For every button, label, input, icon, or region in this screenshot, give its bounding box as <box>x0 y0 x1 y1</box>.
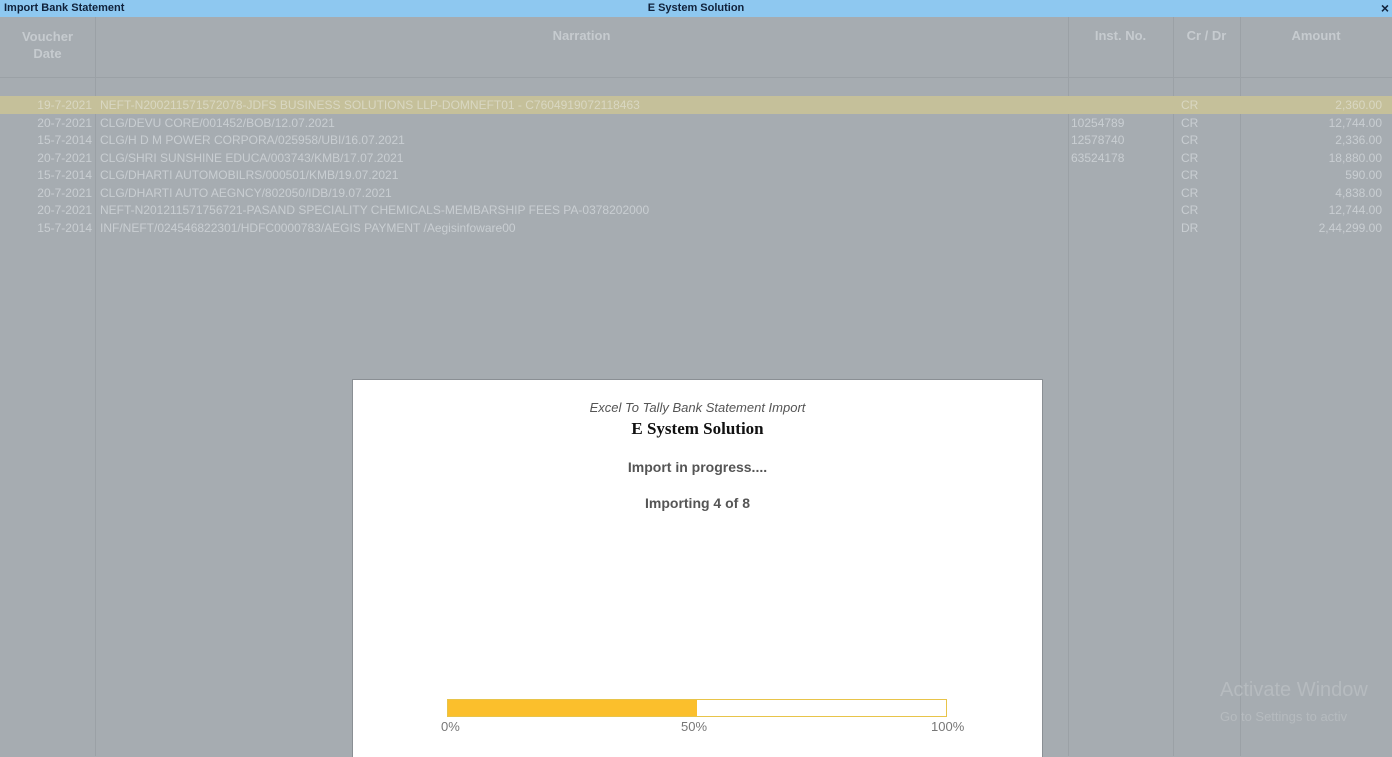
cell-cr-dr: CR <box>1181 168 1199 182</box>
window-company-title: E System Solution <box>647 2 745 14</box>
import-status: Import in progress.... <box>627 459 768 475</box>
cell-amount: 4,838.00 <box>1335 185 1382 200</box>
header-narration: Narration <box>552 28 611 43</box>
cell-amount: 2,360.00 <box>1335 98 1382 112</box>
header-amount: Amount <box>1291 28 1341 43</box>
cell-date: 15-7-2014 <box>37 220 92 235</box>
header-inst-no: Inst. No. <box>1094 28 1147 43</box>
progress-label-max: 100% <box>931 719 965 734</box>
table-row[interactable]: 19-7-2021 NEFT-N200211571572078-JDFS BUSI… <box>0 96 1392 114</box>
dialog-subtitle: Excel To Tally Bank Statement Import <box>589 400 806 415</box>
progress-label-mid: 50% <box>681 719 708 734</box>
cell-amount: 12,744.00 <box>1328 203 1382 217</box>
cell-cr-dr: CR <box>1181 133 1199 147</box>
cell-narration: CLG/H D M POWER CORPORA/025958/UBI/16.07… <box>100 133 405 147</box>
cell-inst-no: 12578740 <box>1071 133 1125 147</box>
cell-narration: NEFT-N201211571756721-PASAND SPECIALITY … <box>100 203 650 217</box>
title-bar: Import Bank Statement E System Solution … <box>0 0 1392 17</box>
dialog-title: E System Solution <box>631 419 764 438</box>
header-cr-dr: Cr / Dr <box>1186 28 1227 43</box>
cell-amount: 2,44,299.00 <box>1318 220 1382 235</box>
table-row[interactable]: 20-7-2021 CLG/SHRI SUNSHINE EDUCA/003743/… <box>0 149 1392 167</box>
cell-narration: INF/NEFT/024546822301/HDFC0000783/AEGIS … <box>100 220 516 235</box>
cell-date: 20-7-2021 <box>37 185 92 200</box>
cell-date: 15-7-2014 <box>37 133 92 147</box>
cell-amount: 12,744.00 <box>1328 115 1382 130</box>
activation-watermark-hint: Go to Settings to activ <box>1220 709 1348 724</box>
table-row[interactable]: 20-7-2021 CLG/DEVU CORE/001452/BOB/12.07.… <box>0 114 1392 132</box>
table-row[interactable]: 20-7-2021 CLG/DHARTI AUTO AEGNCY/802050/I… <box>0 184 1392 202</box>
activation-watermark: Activate Window <box>1220 679 1368 701</box>
progress-fill <box>448 700 697 716</box>
import-count: Importing 4 of 8 <box>645 495 750 511</box>
cell-date: 20-7-2021 <box>37 150 92 165</box>
cell-amount: 2,336.00 <box>1335 133 1382 147</box>
table-body: 19-7-2021 NEFT-N200211571572078-JDFS BUSI… <box>0 96 1392 236</box>
progress-label-min: 0% <box>441 719 460 734</box>
cell-inst-no: 10254789 <box>1071 115 1125 130</box>
cell-cr-dr: DR <box>1181 220 1199 235</box>
table-row[interactable]: 15-7-2014 INF/NEFT/024546822301/HDFC00007… <box>0 219 1392 237</box>
cell-cr-dr: CR <box>1181 150 1199 165</box>
table-row[interactable]: 15-7-2014 CLG/DHARTI AUTOMOBILRS/000501/K… <box>0 166 1392 184</box>
import-progress-dialog: Excel To Tally Bank Statement Import E S… <box>352 379 1043 757</box>
cell-cr-dr: CR <box>1181 185 1199 200</box>
cell-amount: 18,880.00 <box>1328 150 1382 165</box>
header-divider <box>0 77 1392 78</box>
table-row[interactable]: 15-7-2014 CLG/H D M POWER CORPORA/025958/… <box>0 131 1392 149</box>
cell-cr-dr: CR <box>1181 203 1199 217</box>
cell-narration: CLG/DHARTI AUTOMOBILRS/000501/KMB/19.07.… <box>100 168 399 182</box>
cell-narration: NEFT-N200211571572078-JDFS BUSINESS SOLU… <box>100 98 640 112</box>
cell-amount: 590.00 <box>1345 168 1382 182</box>
cell-date: 20-7-2021 <box>37 203 92 217</box>
table-header: Voucher Date Narration Inst. No. Cr / Dr … <box>0 17 1392 77</box>
header-voucher-date: Voucher Date <box>21 29 74 61</box>
cell-date: 20-7-2021 <box>37 115 92 130</box>
cell-narration: CLG/DHARTI AUTO AEGNCY/802050/IDB/19.07.… <box>100 185 392 200</box>
close-icon[interactable]: × <box>1381 0 1389 16</box>
progress-bar <box>447 699 947 717</box>
cell-narration: CLG/DEVU CORE/001452/BOB/12.07.2021 <box>100 115 335 130</box>
table-row[interactable]: 20-7-2021 NEFT-N201211571756721-PASAND SP… <box>0 201 1392 219</box>
cell-cr-dr: CR <box>1181 98 1199 112</box>
cell-date: 19-7-2021 <box>37 98 92 112</box>
cell-cr-dr: CR <box>1181 115 1199 130</box>
cell-narration: CLG/SHRI SUNSHINE EDUCA/003743/KMB/17.07… <box>100 150 404 165</box>
cell-inst-no: 63524178 <box>1071 150 1125 165</box>
cell-date: 15-7-2014 <box>37 168 92 182</box>
